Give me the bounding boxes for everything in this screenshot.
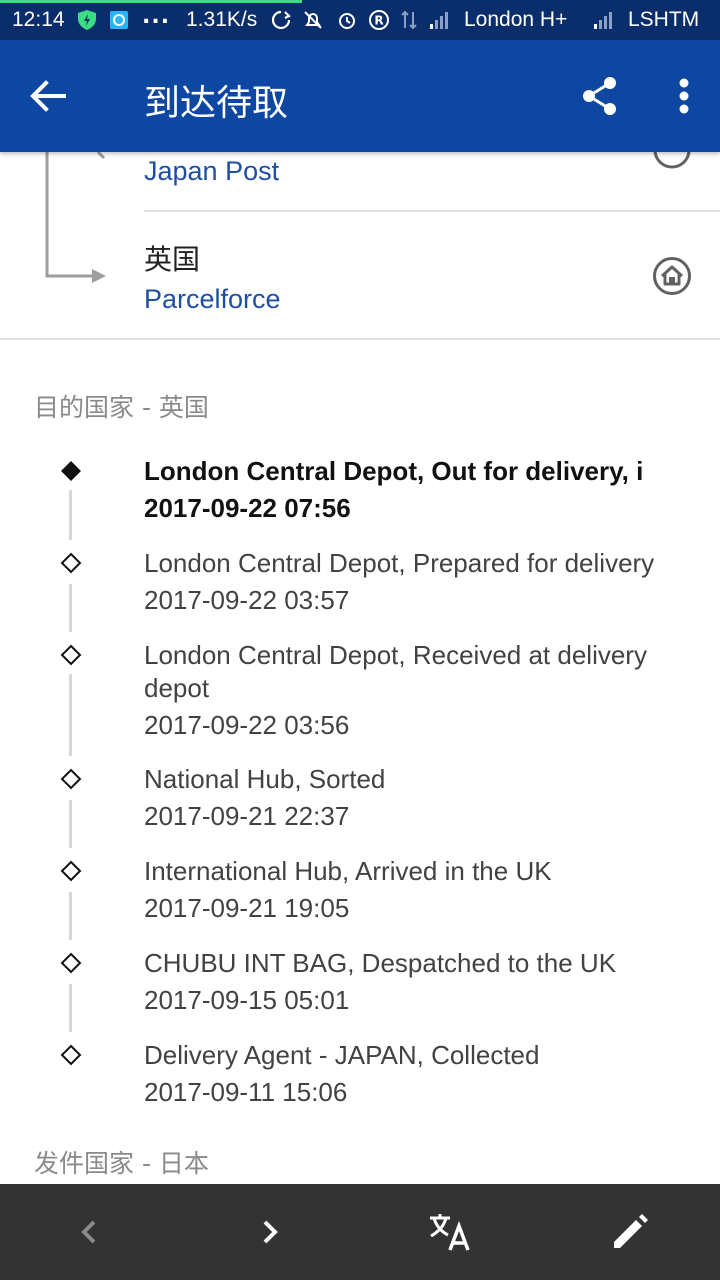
chevron-left-icon[interactable]: [66, 1208, 114, 1256]
event-marker: [60, 1044, 82, 1066]
app-bar: 到达待取: [0, 40, 720, 152]
event-time: 2017-09-22 03:56: [144, 710, 350, 740]
route-connector: [45, 152, 106, 283]
translate-icon[interactable]: [426, 1208, 474, 1256]
event-time: 2017-09-21 19:05: [144, 893, 350, 923]
tracking-event: London Central Depot, Prepared for deliv…: [144, 547, 704, 617]
status-time: 12:14: [12, 8, 65, 31]
event-marker: [60, 644, 82, 666]
signal-icon-2: [594, 12, 612, 29]
event-time: 2017-09-22 03:57: [144, 585, 350, 615]
event-time: 2017-09-15 05:01: [144, 985, 350, 1015]
event-time: 2017-09-22 07:56: [144, 493, 351, 523]
shield-icon: [78, 10, 96, 30]
event-description: London Central Depot, Received at delive…: [144, 640, 647, 703]
timeline-line: [69, 490, 72, 540]
destination-carrier-link[interactable]: Parcelforce: [144, 284, 281, 315]
bottom-toolbar: [0, 1184, 720, 1280]
share-icon[interactable]: [576, 72, 624, 120]
mute-bell-icon: [304, 11, 322, 29]
event-description: National Hub, Sorted: [144, 764, 386, 794]
more-vert-icon[interactable]: [660, 72, 708, 120]
event-marker: [60, 952, 82, 974]
carrier-route: Japan Post 英国 Parcelforce: [0, 152, 720, 340]
signal-icon: [430, 12, 448, 29]
timeline-line: [69, 584, 72, 632]
carrier-2-name: LSHTM: [628, 8, 700, 31]
destination-section-header: 目的国家 - 英国: [34, 393, 209, 422]
tracking-event: National Hub, Sorted 2017-09-21 22:37: [144, 763, 704, 833]
tracking-event: CHUBU INT BAG, Despatched to the UK 2017…: [144, 947, 704, 1017]
tracking-event: Delivery Agent - JAPAN, Collected 2017-0…: [144, 1039, 704, 1109]
timeline-line: [69, 892, 72, 940]
network-speed: 1.31K/s: [186, 8, 258, 31]
destination-country: 英国: [144, 243, 201, 276]
event-marker: [60, 552, 82, 574]
carrier-1-name: London H+: [464, 8, 568, 31]
timeline-line: [69, 800, 72, 848]
registered-icon: R: [369, 10, 389, 30]
tracking-event: International Hub, Arrived in the UK 201…: [144, 855, 704, 925]
arrow-back-icon[interactable]: [24, 72, 72, 120]
page-load-progress: [0, 0, 302, 3]
origin-carrier-link[interactable]: Japan Post: [144, 156, 279, 187]
event-description: London Central Depot, Prepared for deliv…: [144, 548, 655, 578]
event-description: International Hub, Arrived in the UK: [144, 856, 552, 886]
event-marker: [60, 860, 82, 882]
divider: [144, 210, 720, 212]
edit-icon[interactable]: [606, 1208, 654, 1256]
event-description: Delivery Agent - JAPAN, Collected: [144, 1040, 540, 1070]
data-transfer-icon: [401, 10, 417, 30]
tracking-event-current: London Central Depot, Out for delivery, …: [144, 455, 704, 525]
svg-text:R: R: [374, 14, 383, 28]
alarm-icon: [339, 13, 355, 29]
home-icon[interactable]: [652, 256, 692, 296]
page-title: 到达待取: [144, 83, 289, 124]
home-icon[interactable]: [652, 152, 692, 170]
chevron-right-icon[interactable]: [246, 1208, 294, 1256]
timeline-line: [69, 984, 72, 1032]
timeline-line: [69, 674, 72, 756]
origin-section-header: 发件国家 - 日本: [34, 1149, 209, 1178]
event-marker: [60, 768, 82, 790]
event-description: London Central Depot, Out for delivery, …: [144, 456, 644, 486]
event-description: CHUBU INT BAG, Despatched to the UK: [144, 948, 617, 978]
status-bar: 12:14 ... 1.31K/s R London H+ LSHTM: [0, 0, 720, 40]
sync-icon: [271, 10, 291, 30]
tracking-event: London Central Depot, Received at delive…: [144, 639, 704, 742]
event-time: 2017-09-11 15:06: [144, 1077, 348, 1107]
status-overflow: ...: [142, 4, 171, 29]
app-notification-icon: [110, 11, 128, 29]
current-event-marker: [61, 461, 81, 481]
event-time: 2017-09-21 22:37: [144, 801, 350, 831]
